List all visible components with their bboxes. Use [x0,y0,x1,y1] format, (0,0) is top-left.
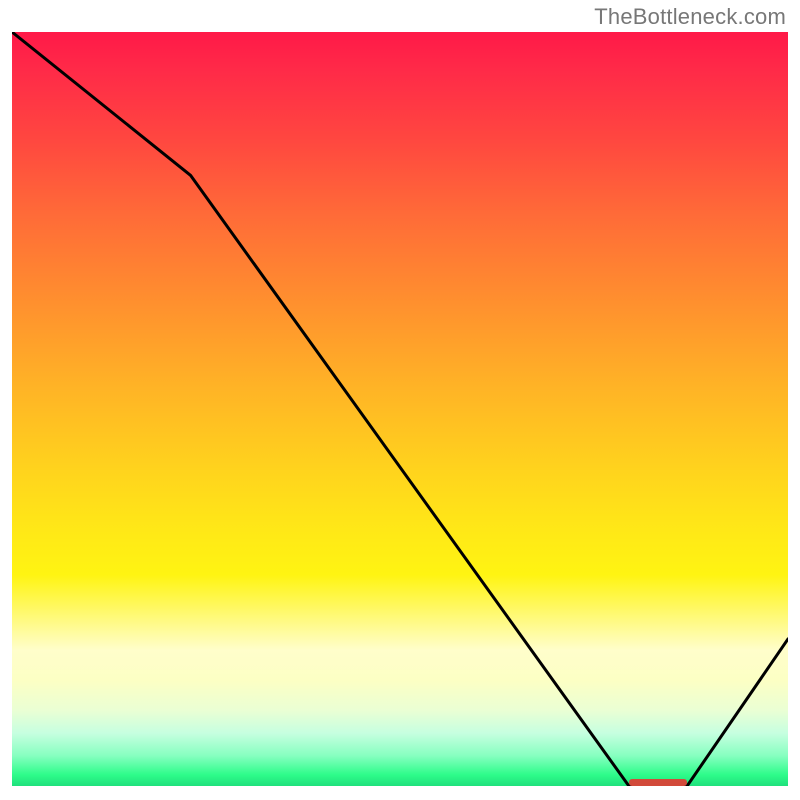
chart-min-marker [629,779,687,786]
chart-line-layer [12,32,788,786]
attribution-text: TheBottleneck.com [594,4,786,30]
chart-plot-area [12,32,788,786]
chart-line [12,32,788,786]
